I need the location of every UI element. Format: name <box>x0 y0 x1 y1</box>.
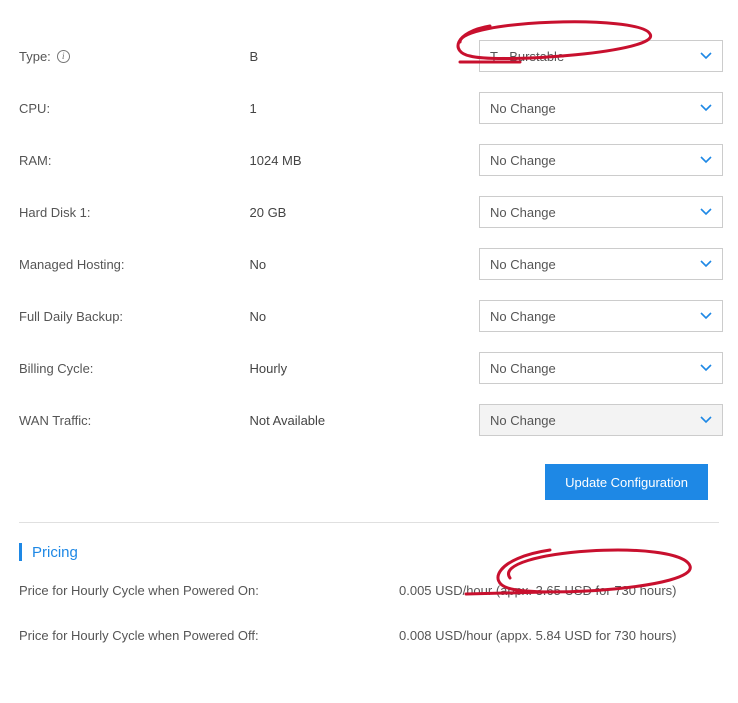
pricing-label: Price for Hourly Cycle when Powered Off: <box>19 628 399 643</box>
config-label-text: Managed Hosting: <box>19 257 125 272</box>
config-current-value: No <box>250 309 480 324</box>
chevron-down-icon <box>700 362 712 374</box>
config-row: Billing Cycle: Hourly No Change <box>15 342 723 394</box>
config-label: Billing Cycle: <box>15 361 250 376</box>
chevron-down-icon <box>700 258 712 270</box>
config-select-value: No Change <box>490 361 556 376</box>
config-label: Type: i <box>15 49 250 64</box>
config-label: WAN Traffic: <box>15 413 250 428</box>
config-row: Hard Disk 1: 20 GB No Change <box>15 186 723 238</box>
config-current-value: 1 <box>250 101 480 116</box>
update-configuration-button[interactable]: Update Configuration <box>545 464 708 500</box>
config-label-text: RAM: <box>19 153 52 168</box>
info-icon[interactable]: i <box>57 50 70 63</box>
config-select-value: No Change <box>490 101 556 116</box>
config-select[interactable]: No Change <box>479 92 723 124</box>
chevron-down-icon <box>700 154 712 166</box>
pricing-header: Pricing <box>19 543 723 561</box>
config-select[interactable]: No Change <box>479 144 723 176</box>
section-accent-bar <box>19 543 22 561</box>
pricing-row: Price for Hourly Cycle when Powered On:0… <box>19 583 723 598</box>
config-current-value: No <box>250 257 480 272</box>
config-row: CPU: 1 No Change <box>15 82 723 134</box>
config-select-value: No Change <box>490 205 556 220</box>
config-current-value: 1024 MB <box>250 153 480 168</box>
config-select[interactable]: No Change <box>479 352 723 384</box>
config-label-text: Full Daily Backup: <box>19 309 123 324</box>
chevron-down-icon <box>700 50 712 62</box>
config-label-text: Type: <box>19 49 51 64</box>
config-label-text: WAN Traffic: <box>19 413 91 428</box>
config-row: Type: i B T - Burstable <box>15 30 723 82</box>
config-select: No Change <box>479 404 723 436</box>
config-select-value: No Change <box>490 413 556 428</box>
chevron-down-icon <box>700 206 712 218</box>
chevron-down-icon <box>700 414 712 426</box>
config-select-value: No Change <box>490 153 556 168</box>
config-current-value: Hourly <box>250 361 480 376</box>
config-row: RAM: 1024 MB No Change <box>15 134 723 186</box>
config-label-text: Billing Cycle: <box>19 361 93 376</box>
config-select[interactable]: No Change <box>479 196 723 228</box>
config-select[interactable]: No Change <box>479 300 723 332</box>
pricing-label: Price for Hourly Cycle when Powered On: <box>19 583 399 598</box>
config-label: RAM: <box>15 153 250 168</box>
config-label-text: CPU: <box>19 101 50 116</box>
config-label-text: Hard Disk 1: <box>19 205 91 220</box>
chevron-down-icon <box>700 310 712 322</box>
config-select[interactable]: T - Burstable <box>479 40 723 72</box>
pricing-title: Pricing <box>32 544 78 561</box>
config-current-value: Not Available <box>250 413 480 428</box>
config-select-value: T - Burstable <box>490 49 564 64</box>
config-current-value: 20 GB <box>250 205 480 220</box>
config-current-value: B <box>250 49 480 64</box>
config-select-value: No Change <box>490 309 556 324</box>
config-select[interactable]: No Change <box>479 248 723 280</box>
config-label: Hard Disk 1: <box>15 205 250 220</box>
pricing-row: Price for Hourly Cycle when Powered Off:… <box>19 628 723 643</box>
pricing-value: 0.005 USD/hour (appx. 3.65 USD for 730 h… <box>399 583 723 598</box>
config-select-value: No Change <box>490 257 556 272</box>
chevron-down-icon <box>700 102 712 114</box>
divider <box>19 522 719 523</box>
config-label: Managed Hosting: <box>15 257 250 272</box>
config-row: Managed Hosting: No No Change <box>15 238 723 290</box>
config-row: Full Daily Backup: No No Change <box>15 290 723 342</box>
config-label: CPU: <box>15 101 250 116</box>
config-label: Full Daily Backup: <box>15 309 250 324</box>
pricing-value: 0.008 USD/hour (appx. 5.84 USD for 730 h… <box>399 628 723 643</box>
config-row: WAN Traffic: Not Available No Change <box>15 394 723 446</box>
